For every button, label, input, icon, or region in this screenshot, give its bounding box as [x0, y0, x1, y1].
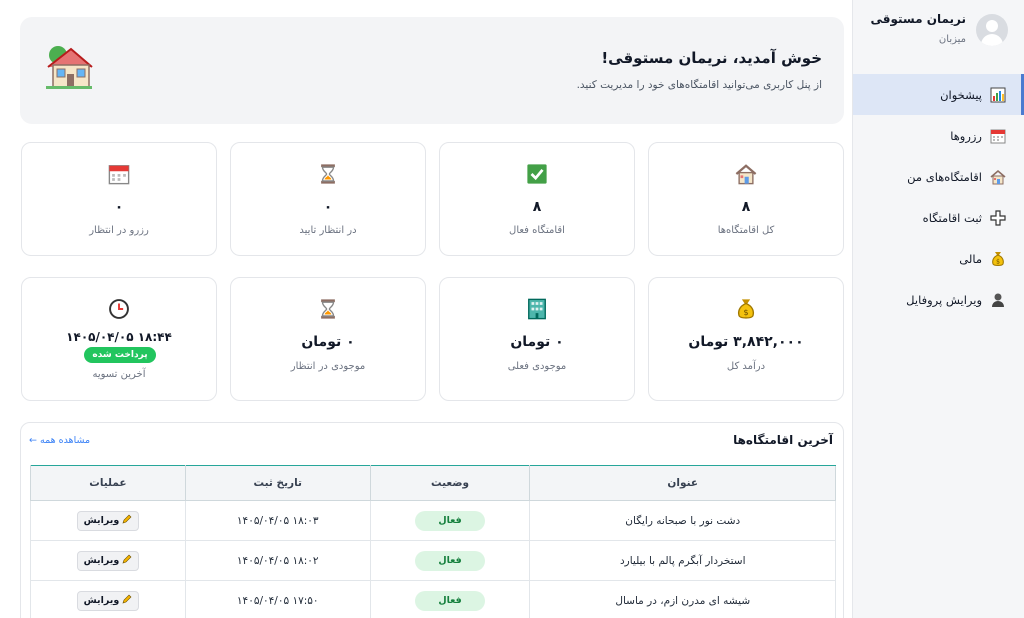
table-row: دشت نور با صبحانه رایگان فعال ۱۴۰۵/۰۴/۰۵… [30, 500, 836, 541]
sidebar: نریمان مستوقی میزبان پیشخوان رزروها اقام… [852, 0, 1024, 618]
stat-label: رزرو در انتظار [89, 225, 149, 236]
column-header-actions: عملیات [30, 465, 186, 501]
sidebar-item-reservations[interactable]: رزروها [853, 115, 1024, 156]
status-badge-paid: پرداخت شده [84, 347, 156, 363]
stat-card-last-settlement: ۱۴۰۵/۰۴/۰۵ ۱۸:۴۴ پرداخت شده آخرین تسویه [21, 277, 217, 401]
calendar-icon [990, 128, 1006, 144]
avatar[interactable] [976, 14, 1008, 46]
house-illustration-icon [46, 46, 93, 89]
sidebar-nav: پیشخوان رزروها اقامتگاه‌های من ثبت اقامت… [853, 74, 1024, 320]
stat-value: ۸ [532, 199, 542, 215]
calendar-icon [108, 163, 130, 185]
welcome-banner: خوش آمدید، نریمان مستوقی! از پنل کاربری … [20, 17, 844, 124]
pencil-icon [122, 554, 132, 567]
chart-icon [990, 87, 1006, 103]
stats-row-properties: ۸ کل اقامتگاه‌ها ۸ اقامتگاه فعال ۰ در ان… [20, 142, 844, 256]
pencil-icon [122, 514, 132, 527]
profile-role: میزبان [938, 34, 966, 45]
view-all-link[interactable]: مشاهده همه ← [29, 435, 90, 446]
sidebar-item-label: ثبت اقامتگاه [922, 210, 982, 225]
edit-button[interactable]: ویرایش [76, 590, 140, 611]
column-header-date: تاریخ ثبت [184, 465, 371, 501]
sidebar-item-my-properties[interactable]: اقامتگاه‌های من [853, 156, 1024, 197]
registration-date: ۱۴۰۵/۰۴/۰۵ ۱۸:۰۲ [184, 540, 371, 581]
stat-value: ۰ [114, 199, 124, 215]
table-header-row: عنوان وضعیت تاریخ ثبت عملیات [30, 465, 836, 501]
stat-label: کل اقامتگاه‌ها [717, 225, 775, 236]
sidebar-item-finance[interactable]: $ مالی [853, 238, 1024, 279]
check-icon [526, 163, 548, 185]
pencil-icon [122, 594, 132, 607]
properties-table: عنوان وضعیت تاریخ ثبت عملیات دشت نور با … [30, 465, 836, 618]
table-row: شیشه ای مدرن ازم، در ماسال فعال ۱۴۰۵/۰۴/… [30, 580, 836, 618]
hourglass-icon [317, 163, 339, 185]
sidebar-item-label: اقامتگاه‌های من [907, 169, 982, 184]
stats-row-finance: $ ۳,۸۴۲,۰۰۰ تومان درآمد کل ۰ تومان موجود… [20, 277, 844, 401]
house-icon [735, 163, 757, 185]
panel-title: آخرین اقامتگاه‌ها [733, 433, 833, 447]
edit-button[interactable]: ویرایش [76, 510, 140, 531]
table-row: استخردار آبگرم پالم با بیلیارد فعال ۱۴۰۵… [30, 540, 836, 581]
user-profile: نریمان مستوقی میزبان [853, 0, 1024, 62]
sidebar-item-add-property[interactable]: ثبت اقامتگاه [853, 197, 1024, 238]
stat-card-pending-approval: ۰ در انتظار تایید [230, 142, 426, 256]
edit-button[interactable]: ویرایش [76, 550, 140, 571]
sidebar-item-label: ویرایش پروفایل [906, 292, 982, 307]
building-icon [526, 298, 548, 320]
registration-date: ۱۴۰۵/۰۴/۰۵ ۱۷:۵۰ [184, 580, 371, 618]
edit-button-label: ویرایش [83, 595, 120, 606]
status-badge: فعال [415, 510, 486, 531]
latest-properties-panel: آخرین اقامتگاه‌ها مشاهده همه ← عنوان وضع… [20, 422, 844, 618]
stat-value: ۳,۸۴۲,۰۰۰ تومان [688, 334, 804, 350]
sidebar-item-label: پیشخوان [940, 87, 982, 102]
settlement-date: ۱۴۰۵/۰۴/۰۵ ۱۸:۴۴ [66, 330, 172, 344]
money-bag-icon: $ [990, 251, 1006, 267]
hourglass-icon [317, 298, 339, 320]
welcome-title: خوش آمدید، نریمان مستوقی! [601, 49, 822, 67]
stat-value: ۰ تومان [301, 334, 355, 350]
stat-card-total-income: $ ۳,۸۴۲,۰۰۰ تومان درآمد کل [648, 277, 844, 401]
stat-card-active-properties: ۸ اقامتگاه فعال [439, 142, 635, 256]
status-badge: فعال [415, 590, 486, 611]
sidebar-item-label: مالی [959, 251, 982, 266]
stat-card-total-properties: ۸ کل اقامتگاه‌ها [648, 142, 844, 256]
sidebar-item-label: رزروها [950, 128, 982, 143]
sidebar-item-edit-profile[interactable]: ویرایش پروفایل [853, 279, 1024, 320]
stat-label: موجودی فعلی [507, 361, 567, 372]
user-icon [990, 292, 1006, 308]
stat-label: درآمد کل [726, 361, 766, 372]
stat-card-pending-balance: ۰ تومان موجودی در انتظار [230, 277, 426, 401]
edit-button-label: ویرایش [83, 515, 120, 526]
stat-card-pending-reservations: ۰ رزرو در انتظار [21, 142, 217, 256]
stat-value: ۰ تومان [510, 334, 564, 350]
stat-value: ۰ [323, 199, 333, 215]
sidebar-item-dashboard[interactable]: پیشخوان [853, 74, 1024, 115]
status-badge: فعال [415, 550, 486, 571]
edit-button-label: ویرایش [83, 555, 120, 566]
column-header-status: وضعیت [369, 465, 531, 501]
registration-date: ۱۴۰۵/۰۴/۰۵ ۱۸:۰۳ [184, 500, 371, 541]
stat-label: موجودی در انتظار [290, 361, 366, 372]
property-title: استخردار آبگرم پالم با بیلیارد [529, 540, 836, 581]
svg-text:$: $ [996, 258, 1000, 265]
stat-label: آخرین تسویه [92, 369, 146, 380]
welcome-subtitle: از پنل کاربری می‌توانید اقامتگاه‌های خود… [576, 79, 822, 91]
clock-icon [108, 298, 130, 320]
stat-label: در انتظار تایید [299, 225, 357, 236]
property-title: دشت نور با صبحانه رایگان [529, 500, 836, 541]
house-icon [990, 169, 1006, 185]
stat-card-current-balance: ۰ تومان موجودی فعلی [439, 277, 635, 401]
stat-label: اقامتگاه فعال [509, 225, 565, 236]
main-content: خوش آمدید، نریمان مستوقی! از پنل کاربری … [20, 17, 844, 618]
column-header-title: عنوان [529, 465, 836, 501]
svg-text:$: $ [743, 307, 748, 317]
profile-name: نریمان مستوقی [870, 12, 966, 26]
money-bag-icon: $ [735, 298, 757, 320]
stat-value: ۸ [741, 199, 751, 215]
plus-icon [990, 209, 1006, 226]
property-title: شیشه ای مدرن ازم، در ماسال [529, 580, 836, 618]
